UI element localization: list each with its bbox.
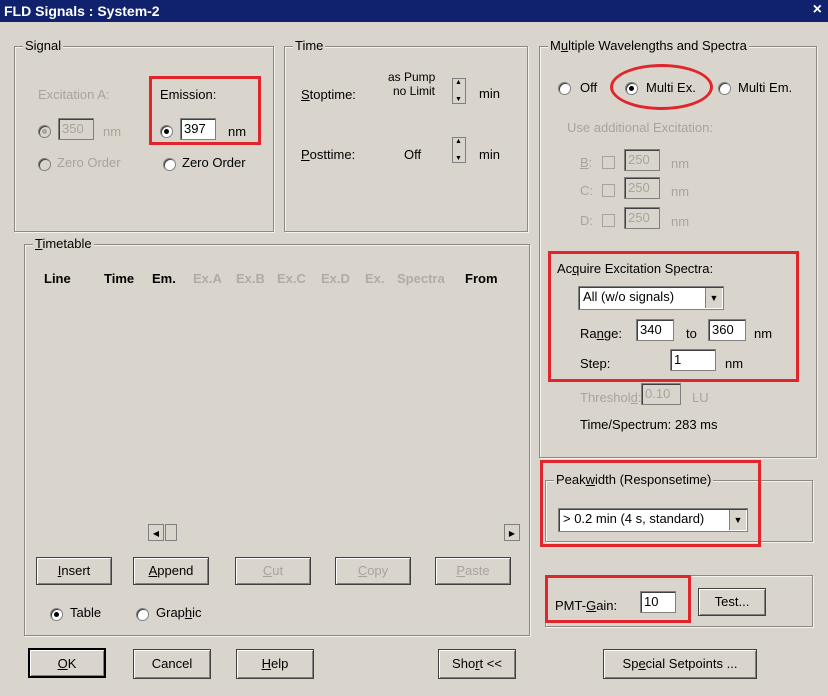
append-button[interactable]: Append <box>133 557 209 585</box>
excitation-zero-order-radio[interactable] <box>38 158 51 171</box>
stoptime-value-2: no Limit <box>393 84 436 98</box>
excitation-a-radio[interactable] <box>38 125 51 138</box>
multi-wavelength-legend: Multiple Wavelengths and Spectra <box>548 38 749 53</box>
emission-zero-order-radio[interactable] <box>163 158 176 171</box>
scroll-left-icon[interactable]: ◀ <box>148 524 164 541</box>
column-em: Em. <box>152 271 176 286</box>
threshold-unit: LU <box>692 390 709 405</box>
posttime-spin-icon[interactable] <box>452 137 466 163</box>
column-ex-d: Ex.D <box>321 271 350 286</box>
column-ex-b: Ex.B <box>236 271 265 286</box>
column-ex-c: Ex.C <box>277 271 306 286</box>
stoptime-spin-icon[interactable] <box>452 78 466 104</box>
graphic-label: Graphic <box>156 605 202 620</box>
graphic-radio[interactable] <box>136 608 149 621</box>
excitation-a-label: Excitation A: <box>38 87 110 102</box>
short-button[interactable]: Short << <box>438 649 516 679</box>
signal-legend: Signal <box>23 38 64 53</box>
multi-ex-highlight <box>610 64 713 110</box>
paste-button[interactable]: Paste <box>435 557 511 585</box>
posttime-unit: min <box>479 147 500 162</box>
stoptime-unit: min <box>479 86 500 101</box>
use-additional-label: Use additional Excitation: <box>567 120 713 135</box>
d-label: D: <box>580 213 593 228</box>
threshold-field[interactable]: 0.10 <box>641 383 681 405</box>
excitation-a-field[interactable]: 350 <box>58 118 94 140</box>
special-setpoints-button[interactable]: Special Setpoints ... <box>603 649 757 679</box>
table-radio[interactable] <box>50 608 63 621</box>
column-time: Time <box>104 271 135 286</box>
d-field[interactable]: 250 <box>624 207 660 229</box>
b-unit: nm <box>671 156 690 171</box>
cancel-button[interactable]: Cancel <box>133 649 211 679</box>
b-field[interactable]: 250 <box>624 149 660 171</box>
posttime-value: Off <box>404 147 422 162</box>
time-spectrum-label: Time/Spectrum: 283 ms <box>580 417 718 432</box>
stoptime-label: Stoptime: <box>301 87 356 102</box>
cut-button[interactable]: Cut <box>235 557 311 585</box>
copy-button[interactable]: Copy <box>335 557 411 585</box>
title-bar[interactable]: FLD Signals : System-2 × <box>0 0 828 22</box>
d-checkbox[interactable] <box>602 214 615 227</box>
scroll-right-icon[interactable]: ▶ <box>504 524 520 541</box>
c-field[interactable]: 250 <box>624 177 660 199</box>
d-unit: nm <box>671 214 690 229</box>
peakwidth-highlight <box>540 460 761 547</box>
b-checkbox[interactable] <box>602 156 615 169</box>
multi-em-label: Multi Em. <box>738 80 793 95</box>
column-line: Line <box>44 271 71 286</box>
emission-zero-order-label: Zero Order <box>182 155 246 170</box>
column-ex-a: Ex.A <box>193 271 222 286</box>
column-from: From <box>465 271 498 286</box>
emission-highlight <box>149 76 261 145</box>
c-label: C: <box>580 183 593 198</box>
scroll-thumb[interactable] <box>165 524 177 541</box>
test-button[interactable]: Test... <box>698 588 766 616</box>
time-legend: Time <box>293 38 326 53</box>
ok-button[interactable]: OK <box>28 648 106 678</box>
b-label: B: <box>580 155 593 170</box>
table-label: Table <box>70 605 102 620</box>
timetable-legend: Timetable <box>33 236 94 251</box>
multi-em-radio[interactable] <box>718 82 731 95</box>
insert-button[interactable]: Insert <box>36 557 112 585</box>
help-button[interactable]: Help <box>236 649 314 679</box>
multi-off-label: Off <box>580 80 598 95</box>
excitation-zero-order-label: Zero Order <box>57 155 121 170</box>
column-ex: Ex. <box>365 271 385 286</box>
close-icon[interactable]: × <box>813 1 822 19</box>
acquire-highlight <box>548 251 799 382</box>
column-spectra: Spectra <box>397 271 445 286</box>
c-unit: nm <box>671 184 690 199</box>
multi-off-radio[interactable] <box>558 82 571 95</box>
pmt-highlight <box>545 575 691 623</box>
excitation-a-unit: nm <box>103 124 122 139</box>
posttime-label: Posttime: <box>301 147 356 162</box>
window-title: FLD Signals : System-2 <box>4 3 160 19</box>
stoptime-value-1: as Pump <box>388 70 436 84</box>
c-checkbox[interactable] <box>602 184 615 197</box>
timetable-hscrollbar[interactable]: ◀ ▶ <box>148 523 520 542</box>
threshold-label: Threshold: <box>580 390 642 405</box>
